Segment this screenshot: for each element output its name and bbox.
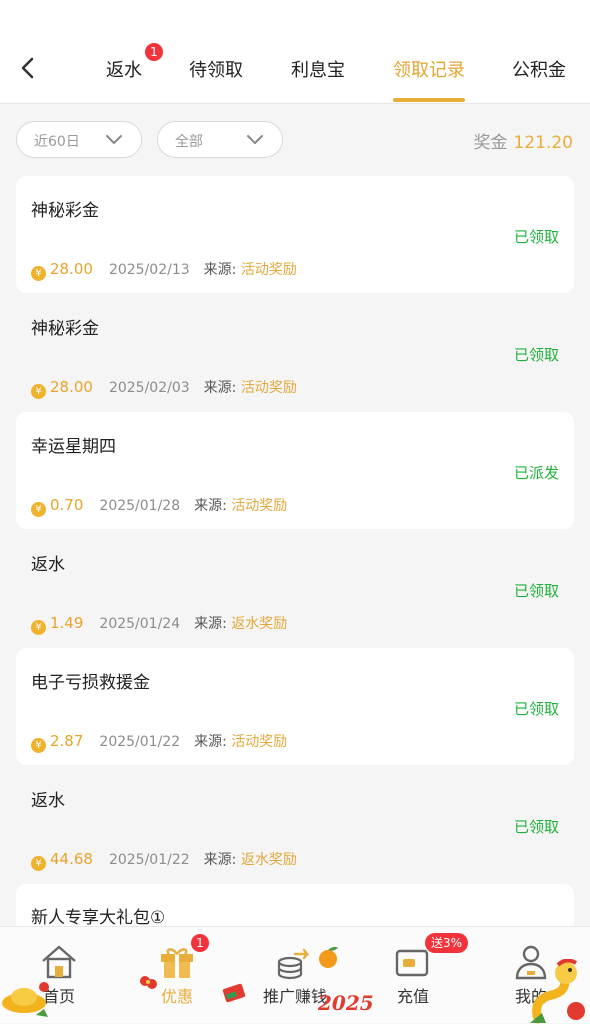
record-date: 2025/01/22 bbox=[108, 852, 190, 868]
record-status: 已派发 bbox=[513, 464, 559, 482]
coin-icon: ¥ bbox=[31, 266, 46, 281]
flower-decoration-icon bbox=[140, 976, 157, 989]
record-date: 2025/02/03 bbox=[108, 380, 190, 396]
bonus-amount: 121.20 bbox=[513, 133, 573, 153]
bonus-total: 奖金 121.20 bbox=[474, 128, 573, 153]
period-filter-dropdown[interactable]: 近60日 bbox=[16, 121, 142, 158]
record-source: 活动奖励 bbox=[231, 498, 288, 514]
period-filter-value: 近60日 bbox=[34, 134, 80, 150]
coins-share-icon bbox=[277, 948, 310, 980]
active-tab-indicator bbox=[393, 98, 465, 102]
record-date: 2025/01/24 bbox=[99, 616, 181, 632]
nav-promotions[interactable]: 优惠 bbox=[118, 927, 236, 1024]
record-status: 已领取 bbox=[513, 700, 559, 718]
record-source-label: 来源: bbox=[194, 616, 227, 632]
gift-icon bbox=[161, 948, 193, 978]
record-meta: ¥2.87 2025/01/22 来源: 活动奖励 bbox=[31, 731, 288, 753]
tab-rebate[interactable]: 返水 bbox=[106, 56, 142, 82]
record-meta: ¥28.00 2025/02/13 来源: 活动奖励 bbox=[31, 259, 297, 281]
record-title: 幸运星期四 bbox=[31, 437, 116, 457]
record-amount: 0.70 bbox=[50, 496, 84, 514]
record-meta: ¥28.00 2025/02/03 来源: 活动奖励 bbox=[31, 377, 297, 399]
record-title: 神秘彩金 bbox=[31, 319, 99, 339]
record-amount: 1.49 bbox=[50, 614, 84, 632]
snake-mascot-decoration-icon bbox=[530, 959, 585, 1024]
record-amount: 28.00 bbox=[50, 260, 93, 278]
list-item[interactable]: 神秘彩金已领取 ¥28.00 2025/02/03 来源: 活动奖励 bbox=[16, 294, 574, 411]
record-source-label: 来源: bbox=[194, 498, 227, 514]
record-title: 返水 bbox=[31, 555, 65, 575]
coin-icon: ¥ bbox=[31, 502, 46, 517]
tab-provident-fund[interactable]: 公积金 bbox=[512, 56, 566, 82]
record-date: 2025/01/22 bbox=[99, 734, 181, 750]
record-status: 已领取 bbox=[513, 582, 559, 600]
record-title: 返水 bbox=[31, 791, 65, 811]
list-item[interactable]: 神秘彩金已领取 ¥28.00 2025/02/13 来源: 活动奖励 bbox=[16, 176, 574, 293]
record-meta: ¥44.68 2025/01/22 来源: 返水奖励 bbox=[31, 849, 297, 871]
record-amount: 28.00 bbox=[50, 378, 93, 396]
tangerine-decoration-icon bbox=[319, 946, 338, 968]
list-item[interactable]: 幸运星期四已派发 ¥0.70 2025/01/28 来源: 活动奖励 bbox=[16, 412, 574, 529]
list-item[interactable]: 返水已领取 ¥44.68 2025/01/22 来源: 返水奖励 bbox=[16, 766, 574, 883]
type-filter-value: 全部 bbox=[175, 134, 203, 150]
gold-ingot-decoration-icon bbox=[2, 982, 49, 1017]
tab-interest[interactable]: 利息宝 bbox=[291, 56, 345, 82]
tab-label: 领取记录 bbox=[393, 60, 465, 81]
tab-label: 公积金 bbox=[512, 60, 566, 81]
record-source-label: 来源: bbox=[194, 734, 227, 750]
year-decoration-text: 2025 bbox=[318, 991, 374, 1015]
coin-icon: ¥ bbox=[31, 620, 46, 635]
tab-label: 返水 bbox=[106, 60, 142, 81]
record-source: 活动奖励 bbox=[231, 734, 288, 750]
nav-promotions-badge: 1 bbox=[191, 934, 209, 952]
coin-icon: ¥ bbox=[31, 856, 46, 871]
bonus-label: 奖金 bbox=[473, 133, 508, 153]
record-status: 已领取 bbox=[513, 346, 559, 364]
chevron-down-icon bbox=[106, 135, 122, 144]
tab-pending[interactable]: 待领取 bbox=[189, 56, 243, 82]
record-status: 已领取 bbox=[513, 228, 559, 246]
bottom-navigation: 首页 优惠 1 推广赚钱 充值 送3% 我的 2025 bbox=[0, 926, 590, 1024]
record-amount: 2.87 bbox=[50, 732, 84, 750]
record-source: 返水奖励 bbox=[240, 852, 297, 868]
record-title: 神秘彩金 bbox=[31, 201, 99, 221]
tab-label: 待领取 bbox=[189, 60, 243, 81]
red-envelope-decoration-icon bbox=[222, 983, 246, 1003]
record-source: 返水奖励 bbox=[231, 616, 288, 632]
record-title: 新人专享大礼包① bbox=[31, 908, 166, 928]
chevron-down-icon bbox=[247, 135, 263, 144]
record-source: 活动奖励 bbox=[240, 380, 297, 396]
record-title: 电子亏损救援金 bbox=[31, 673, 150, 693]
record-amount: 44.68 bbox=[50, 850, 93, 868]
record-status: 已领取 bbox=[513, 818, 559, 836]
record-meta: ¥1.49 2025/01/24 来源: 返水奖励 bbox=[31, 613, 288, 635]
record-date: 2025/02/13 bbox=[108, 262, 190, 278]
record-source-label: 来源: bbox=[203, 852, 237, 868]
list-item[interactable]: 返水已领取 ¥1.49 2025/01/24 来源: 返水奖励 bbox=[16, 530, 574, 647]
coin-icon: ¥ bbox=[31, 384, 46, 399]
record-source-label: 来源: bbox=[203, 380, 237, 396]
top-navigation-bar: 返水 1 待领取 利息宝 领取记录 公积金 bbox=[0, 0, 590, 104]
record-date: 2025/01/28 bbox=[99, 498, 181, 514]
coin-icon: ¥ bbox=[31, 738, 46, 753]
type-filter-dropdown[interactable]: 全部 bbox=[157, 121, 283, 158]
record-source-label: 来源: bbox=[203, 262, 237, 278]
nav-label: 优惠 bbox=[160, 987, 193, 1006]
back-arrow-icon[interactable] bbox=[14, 53, 42, 83]
record-meta: ¥0.70 2025/01/28 来源: 活动奖励 bbox=[31, 495, 288, 517]
tab-claim-records[interactable]: 领取记录 bbox=[393, 56, 465, 82]
record-source: 活动奖励 bbox=[240, 262, 297, 278]
list-item[interactable]: 电子亏损救援金已领取 ¥2.87 2025/01/22 来源: 活动奖励 bbox=[16, 648, 574, 765]
tab-rebate-badge: 1 bbox=[145, 43, 163, 61]
deposit-promo-badge: 送3% bbox=[425, 933, 469, 953]
tab-label: 利息宝 bbox=[291, 60, 345, 81]
